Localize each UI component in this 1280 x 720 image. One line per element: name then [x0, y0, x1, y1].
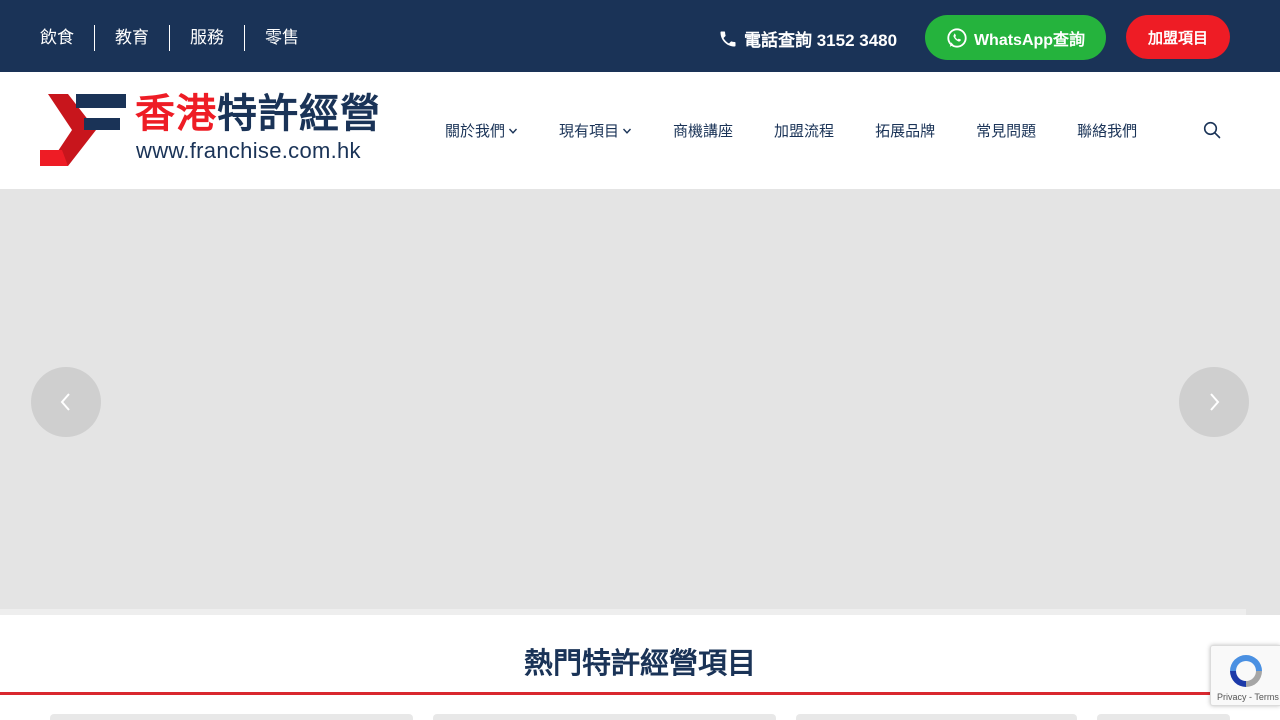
section-divider: [0, 692, 1280, 695]
nav-item-current-projects[interactable]: 現有項目: [559, 120, 632, 141]
nav-item-label: 常見問題: [976, 122, 1037, 140]
phone-icon: [720, 31, 736, 46]
nav-item-faq[interactable]: 常見問題: [976, 120, 1036, 141]
category-link-food[interactable]: 飲食: [40, 25, 94, 51]
slider-next-button[interactable]: [1179, 367, 1249, 437]
franchise-projects-button[interactable]: 加盟項目: [1126, 15, 1230, 59]
chevron-down-icon: [623, 128, 632, 134]
recaptcha-links: Privacy - Terms: [1217, 692, 1279, 702]
nav-item-label: 聯絡我們: [1077, 122, 1138, 140]
search-button[interactable]: [1203, 121, 1221, 143]
whatsapp-button[interactable]: WhatsApp查詢: [925, 15, 1106, 60]
top-bar: 飲食 教育 服務 零售 電話查詢 3152 3480 WhatsApp查詢 加盟…: [0, 0, 1280, 72]
category-link-service[interactable]: 服務: [169, 25, 244, 51]
nav-item-label: 拓展品牌: [875, 122, 936, 140]
search-icon: [1203, 121, 1221, 139]
project-card[interactable]: [433, 714, 776, 720]
site-logo[interactable]: 香港特許經營 www.franchise.com.hk: [40, 92, 390, 170]
logo-mark-icon: [40, 94, 126, 166]
category-link-education[interactable]: 教育: [94, 25, 169, 51]
logo-title: 香港特許經營: [135, 92, 381, 136]
slider-bottom-edge: [0, 609, 1246, 615]
recaptcha-terms-link[interactable]: Terms: [1254, 692, 1279, 702]
recaptcha-logo-icon: [1230, 655, 1262, 687]
nav-item-process[interactable]: 加盟流程: [774, 120, 834, 141]
recaptcha-privacy-link[interactable]: Privacy: [1217, 692, 1247, 702]
section-title: 熱門特許經營項目: [523, 646, 756, 680]
chevron-right-icon: [1210, 393, 1220, 411]
project-card[interactable]: [796, 714, 1077, 720]
category-link-retail[interactable]: 零售: [244, 25, 319, 51]
whatsapp-label: WhatsApp查詢: [973, 31, 1086, 49]
nav-item-about[interactable]: 關於我們: [445, 120, 518, 141]
logo-url: www.franchise.com.hk: [136, 138, 361, 163]
logo-title-red: 香港: [135, 91, 217, 137]
phone-enquiry-link[interactable]: 電話查詢 3152 3480: [718, 26, 897, 51]
nav-item-label: 加盟流程: [774, 122, 835, 140]
category-links: 飲食 教育 服務 零售: [40, 25, 319, 51]
nav-item-seminars[interactable]: 商機講座: [673, 120, 733, 141]
project-card[interactable]: [1097, 714, 1230, 720]
nav-item-label: 商機講座: [673, 122, 734, 140]
nav-item-label: 關於我們: [445, 122, 506, 140]
nav-item-expand-brand[interactable]: 拓展品牌: [875, 120, 935, 141]
franchise-projects-label: 加盟項目: [1147, 28, 1208, 47]
slider-prev-button[interactable]: [31, 367, 101, 437]
nav-item-contact[interactable]: 聯絡我們: [1077, 120, 1137, 141]
recaptcha-badge[interactable]: Privacy - Terms: [1210, 645, 1280, 706]
nav-item-label: 現有項目: [559, 122, 620, 140]
chevron-left-icon: [60, 393, 70, 411]
logo-title-navy: 特許經營: [217, 91, 381, 137]
whatsapp-icon: [947, 27, 967, 48]
main-nav: 關於我們 現有項目 商機講座 加盟流程 拓展品牌 常見問題 聯絡我們: [445, 120, 1178, 141]
hero-slider: [0, 189, 1280, 615]
phone-text: 電話查詢 3152 3480: [744, 31, 898, 50]
project-card[interactable]: [50, 714, 413, 720]
chevron-down-icon: [509, 128, 518, 134]
main-header: 香港特許經營 www.franchise.com.hk 關於我們 現有項目 商機…: [0, 72, 1280, 189]
